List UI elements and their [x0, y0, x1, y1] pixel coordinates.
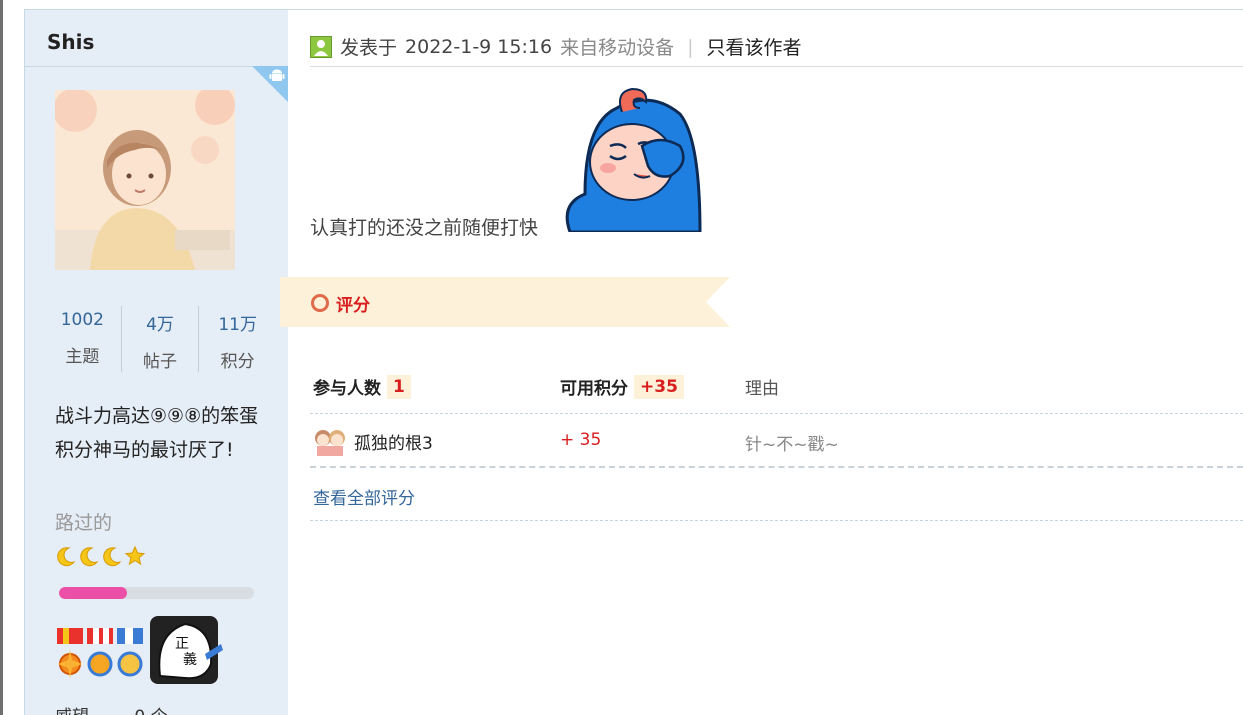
author-only-link[interactable]: 只看该作者: [706, 33, 801, 60]
sidebar-divider: [24, 66, 288, 67]
post-device: 来自移动设备: [560, 37, 675, 59]
moon-icon: [57, 547, 76, 567]
stat-points-value[interactable]: 11万: [199, 310, 276, 335]
moon-icon: [103, 547, 122, 567]
rating-header-divider: [310, 413, 1243, 414]
prestige-stat: 威望 0 个: [55, 702, 168, 715]
level-progress-fill: [59, 587, 128, 599]
view-all-ratings-link[interactable]: 查看全部评分: [313, 484, 415, 509]
medal-list: 正 義: [55, 614, 245, 694]
svg-text:正: 正: [175, 636, 189, 652]
android-icon: [269, 68, 285, 88]
stat-points-label: 积分: [220, 352, 255, 372]
reason-label: 理由: [745, 379, 779, 399]
post-content: 认真打的还没之前随便打快: [310, 217, 539, 239]
stat-points[interactable]: 11万 积分: [199, 306, 276, 372]
rating-row-reason: 针~不~戳~: [745, 435, 839, 455]
rating-circle-icon: [311, 294, 329, 312]
author-level[interactable]: 路过的: [55, 508, 112, 535]
stat-posts-value[interactable]: 4万: [122, 310, 199, 335]
stat-topics-label: 主题: [65, 347, 100, 367]
participants-count: 1: [387, 374, 411, 399]
participants-label: 参与人数: [313, 379, 381, 399]
rating-row: 孤独的根3: [313, 426, 433, 456]
user-online-icon: [310, 35, 332, 58]
rating-footer-divider: [310, 520, 1243, 521]
post-header: 发表于 2022-1-9 15:16 来自移动设备 | 只看该作者: [310, 33, 802, 60]
sidebar-border: [24, 10, 25, 715]
author-signature: 战斗力高达⑨⑨⑧的笨蛋积分神马的最讨厌了!: [55, 405, 259, 461]
reason-header: 理由: [745, 374, 779, 399]
points-total: +35: [634, 374, 684, 399]
rating-title: 评分: [336, 296, 370, 316]
medal-icon: 正 義: [150, 616, 223, 684]
prestige-label: 威望: [55, 707, 89, 715]
header-separator: |: [687, 35, 694, 58]
post-time: 2022-1-9 15:16: [405, 35, 553, 58]
rating-row-divider: [310, 466, 1243, 468]
moon-icon: [80, 547, 99, 567]
stat-topics[interactable]: 1002 主题: [44, 306, 122, 372]
rater-avatar[interactable]: [313, 426, 349, 456]
stat-posts-label: 帖子: [143, 352, 177, 372]
author-sidebar: Shis 1002 主题 4万 帖子 11万 积分 战斗力高达⑨⑨⑧的笨蛋积分神…: [24, 10, 288, 715]
star-icon: [124, 545, 146, 566]
author-username[interactable]: Shis: [47, 30, 94, 54]
medal-icon: [87, 628, 113, 677]
svg-text:義: 義: [183, 651, 197, 668]
prestige-value: 0 个: [134, 707, 167, 715]
stat-posts[interactable]: 4万 帖子: [122, 306, 200, 372]
rater-name[interactable]: 孤独的根3: [354, 429, 433, 454]
level-stars: [55, 545, 146, 567]
author-stats: 1002 主题 4万 帖子 11万 积分: [44, 306, 276, 372]
medal-icon: [117, 628, 143, 677]
post-header-divider: [310, 66, 1243, 67]
rating-row-points: + 35: [560, 430, 602, 450]
points-header: 可用积分 +35: [560, 374, 684, 399]
sticker-image: [560, 84, 705, 234]
window-left-edge: [0, 0, 3, 715]
medal-icon: [57, 628, 83, 678]
level-progress-bar: [59, 587, 254, 599]
stat-topics-value[interactable]: 1002: [44, 310, 121, 330]
points-label: 可用积分: [560, 379, 628, 399]
author-avatar[interactable]: [55, 90, 235, 270]
participants-header: 参与人数 1: [313, 374, 411, 399]
post-time-prefix: 发表于: [340, 37, 398, 59]
